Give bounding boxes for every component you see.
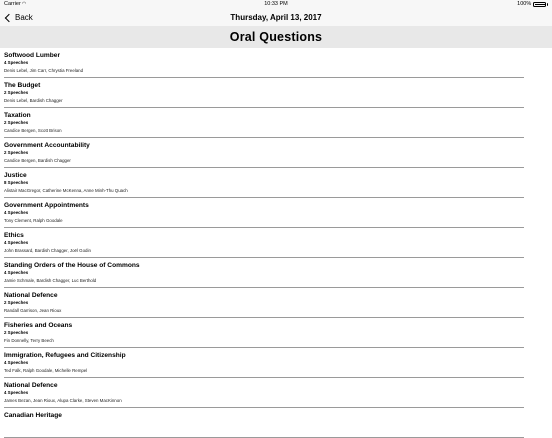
- speaker-names: James Bezan, Jean Rioux, Alupa Clarke, S…: [4, 398, 122, 403]
- speech-count: 2 Speeches: [4, 90, 29, 95]
- battery-cap: [546, 3, 548, 6]
- battery-indicator: 100%: [517, 0, 548, 9]
- list-item[interactable]: Justice 8 Speeches Alistair MacGregor, Cat…: [0, 168, 552, 198]
- speech-count: 4 Speeches: [4, 240, 29, 245]
- navigation-bar: Back Thursday, April 13, 2017: [0, 9, 552, 27]
- nav-title: Thursday, April 13, 2017: [230, 13, 322, 22]
- topic-title: Justice: [4, 172, 27, 179]
- speaker-names: Fin Donnelly, Terry Beech: [4, 338, 54, 343]
- speaker-names: Candice Bergen, Bardish Chagger: [4, 158, 71, 163]
- topic-title: Taxation: [4, 112, 31, 119]
- list-item[interactable]: The Budget 2 Speeches Denis Lebel, Bardish…: [0, 78, 552, 108]
- list-item[interactable]: Government Appointments 4 Speeches Tony Cl…: [0, 198, 552, 228]
- topic-title: Softwood Lumber: [4, 52, 61, 59]
- speech-count: 4 Speeches: [4, 270, 29, 275]
- speaker-names: Alistair MacGregor, Catherine McKenna, A…: [4, 188, 128, 193]
- list-item[interactable]: Taxation 2 Speeches Candice Bergen, Scott …: [0, 108, 552, 138]
- speaker-names: Candice Bergen, Scott Brison: [4, 128, 62, 133]
- list-item[interactable]: Fisheries and Oceans 2 Speeches Fin Donnel…: [0, 318, 552, 348]
- list-item[interactable]: Government Accountability 2 Speeches Candi…: [0, 138, 552, 168]
- battery-icon: [533, 2, 547, 7]
- list-item[interactable]: Standing Orders of the House of Commons 4…: [0, 258, 552, 288]
- topic-title: Immigration, Refugees and Citizenship: [4, 352, 126, 359]
- speech-count: 2 Speeches: [4, 120, 29, 125]
- speaker-names: Tony Clement, Ralph Goodale: [4, 218, 63, 223]
- topic-title: Government Accountability: [4, 142, 90, 149]
- speech-count: 2 Speeches: [4, 150, 29, 155]
- section-title: Oral Questions: [0, 26, 552, 48]
- speaker-names: Randall Garrison, Jean Rioux: [4, 308, 62, 313]
- list-item[interactable]: Canadian Heritage: [0, 408, 552, 438]
- topic-title: Standing Orders of the House of Commons: [4, 262, 140, 269]
- list-item[interactable]: National Defence 4 Speeches James Bezan, J…: [0, 378, 552, 408]
- topic-title: Canadian Heritage: [4, 412, 62, 419]
- list-item[interactable]: Ethics 4 Speeches John Brassard, Bardish C…: [0, 228, 552, 258]
- topic-title: Government Appointments: [4, 202, 89, 209]
- topic-title: The Budget: [4, 82, 41, 89]
- speech-count: 2 Speeches: [4, 300, 29, 305]
- speech-count: 8 Speeches: [4, 180, 29, 185]
- speech-count: 4 Speeches: [4, 360, 29, 365]
- status-bar: Carrier◠ 10:33 PM 100%: [0, 0, 552, 9]
- list-item[interactable]: Softwood Lumber 4 Speeches Denis Lebel, Ji…: [0, 48, 552, 78]
- speaker-names: John Brassard, Bardish Chagger, Joël God…: [4, 248, 91, 253]
- topic-title: Ethics: [4, 232, 24, 239]
- speaker-names: Denis Lebel, Jim Carr, Chrystia Freeland: [4, 68, 84, 73]
- topic-list[interactable]: Softwood Lumber 4 Speeches Denis Lebel, Ji…: [0, 48, 552, 438]
- list-item[interactable]: National Defence 2 Speeches Randall Garris…: [0, 288, 552, 318]
- topic-title: National Defence: [4, 292, 58, 299]
- speech-count: 4 Speeches: [4, 60, 29, 65]
- speaker-names: Jamie Schmale, Bardish Chagger, Luc Bert…: [4, 278, 97, 283]
- list-item[interactable]: Immigration, Refugees and Citizenship 4 S…: [0, 348, 552, 378]
- speech-count: 4 Speeches: [4, 210, 29, 215]
- speech-count: 4 Speeches: [4, 390, 29, 395]
- speaker-names: Denis Lebel, Bardish Chagger: [4, 98, 63, 103]
- speech-count: 2 Speeches: [4, 330, 29, 335]
- battery-percent: 100%: [517, 1, 532, 7]
- topic-title: National Defence: [4, 382, 58, 389]
- status-time: 10:33 PM: [264, 1, 288, 7]
- topic-title: Fisheries and Oceans: [4, 322, 73, 329]
- speaker-names: Ted Falk, Ralph Goodale, Michelle Rempel: [4, 368, 88, 373]
